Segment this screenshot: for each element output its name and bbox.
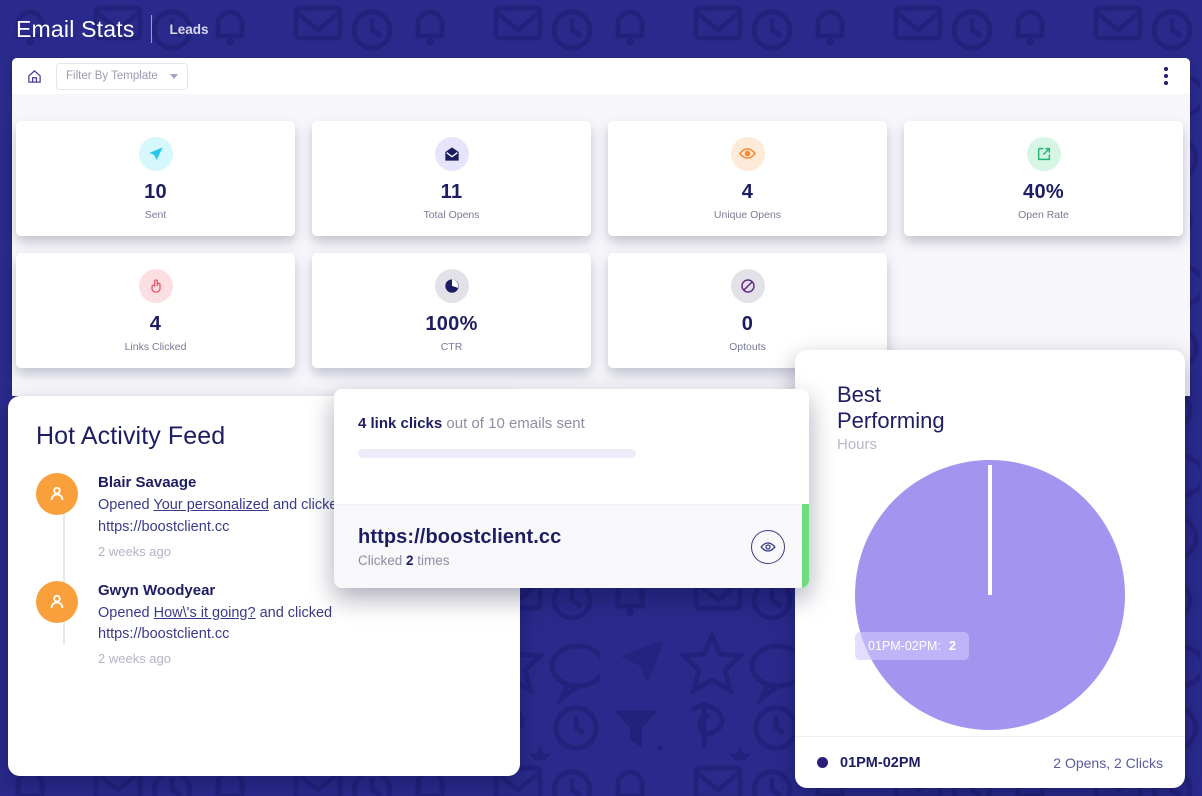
link-url: https://boostclient.cc (358, 525, 562, 548)
legend-value: 2 Opens, 2 Clicks (1053, 754, 1163, 771)
filter-by-template-select[interactable]: Filter By Template (56, 62, 188, 90)
stat-label: Sent (144, 208, 167, 221)
list-item[interactable]: Gwyn Woodyear Opened How\'s it going? an… (36, 580, 494, 667)
stat-card-open-rate[interactable]: 40% Open Rate (904, 121, 1183, 236)
pie-chart[interactable] (855, 460, 1125, 730)
link-row-accent-bar (802, 504, 809, 588)
link-clicks-popup: 4 link clicks out of 10 emails sent http… (334, 389, 809, 588)
header-subtitle: Leads (169, 21, 209, 37)
feed-text-before: Opened (98, 497, 154, 513)
stat-label: CTR (440, 340, 463, 353)
stat-icon-background (138, 268, 173, 303)
stat-icon-background (434, 268, 469, 303)
kebab-dot (1164, 74, 1168, 78)
header-divider (150, 15, 152, 43)
open-envelope-icon (444, 146, 459, 161)
clicked-count: 2 (406, 552, 414, 568)
stat-value: 4 (149, 312, 162, 335)
legend-color-dot (817, 757, 828, 768)
link-clicks-count: 4 link clicks (358, 415, 443, 432)
home-button[interactable] (12, 58, 56, 94)
feed-item-time: 2 weeks ago (98, 651, 171, 666)
link-popup-header: 4 link clicks out of 10 emails sent (334, 389, 809, 458)
stat-value: 4 (741, 180, 754, 203)
paper-plane-icon (148, 146, 163, 160)
kebab-menu-button[interactable] (1164, 67, 1168, 85)
stat-label: Total Opens (423, 208, 480, 221)
toolbar: Filter By Template (12, 58, 1190, 94)
chevron-down-icon (169, 73, 178, 79)
stat-value: 100% (425, 312, 478, 335)
app-header: Email Stats Leads (0, 0, 1202, 58)
pie-chart-icon (444, 278, 459, 293)
feed-text-before: Opened (98, 604, 154, 621)
avatar (36, 580, 78, 623)
stat-card-total-opens[interactable]: 11 Total Opens (312, 121, 591, 236)
feed-item-link[interactable]: Your personalized (153, 497, 269, 513)
stat-label: Optouts (729, 340, 766, 353)
legend-label: 01PM-02PM (840, 754, 921, 771)
link-popup-headline: 4 link clicks out of 10 emails sent (358, 415, 785, 432)
chart-legend: 01PM-02PM 2 Opens, 2 Clicks (795, 736, 1185, 788)
stat-icon-background (434, 136, 469, 171)
hours-card-title: Best Performing (837, 382, 945, 433)
block-icon (740, 278, 755, 293)
stat-value: 0 (741, 312, 754, 335)
stat-label: Unique Opens (713, 208, 782, 221)
user-avatar-icon (50, 486, 64, 500)
link-row[interactable]: https://boostclient.cc Clicked 2 times (334, 504, 809, 588)
stat-icon-background (138, 136, 173, 171)
eye-icon (760, 541, 776, 552)
link-row-text: https://boostclient.cc Clicked 2 times (358, 526, 561, 568)
pie-slice-divider (988, 465, 992, 595)
page-title: Email Stats (16, 15, 135, 42)
feed-item-text: Opened How\'s it going? and clicked http… (98, 603, 428, 647)
user-avatar-icon (50, 594, 64, 608)
stat-card-unique-opens[interactable]: 4 Unique Opens (608, 121, 887, 236)
stat-card-links-clicked[interactable]: 4 Links Clicked (16, 253, 295, 368)
stat-card-sent[interactable]: 10 Sent (16, 121, 295, 236)
stat-icon-background (730, 268, 765, 303)
stat-value: 10 (144, 180, 167, 203)
stat-card-ctr[interactable]: 100% CTR (312, 253, 591, 368)
filter-label: Filter By Template (66, 70, 158, 82)
link-click-count-text: Clicked 2 times (358, 553, 561, 568)
external-link-icon (1037, 147, 1050, 160)
stats-grid: 10 Sent 11 Total Opens 4 Unique Opens 40… (16, 121, 1186, 368)
pie-tooltip: 01PM-02PM: 2 (855, 632, 969, 660)
feed-item-link[interactable]: How\'s it going? (154, 605, 256, 621)
home-icon (27, 69, 41, 83)
stat-label: Open Rate (1018, 208, 1069, 221)
best-performing-hours-card: Best Performing Hours 01PM-02PM: 2 01PM-0… (795, 350, 1185, 788)
link-clicks-rest: out of 10 emails sent (442, 415, 585, 432)
hours-card-subtitle: Hours (837, 436, 878, 454)
kebab-dot (1164, 67, 1168, 71)
stat-value: 40% (1023, 180, 1064, 203)
clicked-before: Clicked (358, 552, 407, 568)
app-root: Email Stats Leads Filter By Template 10 … (0, 0, 1202, 796)
avatar (36, 473, 78, 515)
clicked-after: times (413, 552, 450, 568)
pie-tooltip-label: 01PM-02PM: (868, 639, 941, 653)
eye-icon (739, 148, 756, 159)
stat-icon-background (1026, 136, 1061, 171)
stat-icon-background (730, 136, 765, 171)
link-clicks-progress-bar (358, 449, 636, 458)
stat-value: 11 (440, 180, 463, 203)
pie-tooltip-value: 2 (948, 639, 956, 653)
stat-label: Links Clicked (124, 340, 187, 353)
pointing-hand-icon (150, 278, 161, 293)
feed-item-body: Gwyn Woodyear Opened How\'s it going? an… (98, 581, 428, 667)
kebab-dot (1164, 81, 1168, 85)
preview-link-button[interactable] (751, 529, 785, 564)
